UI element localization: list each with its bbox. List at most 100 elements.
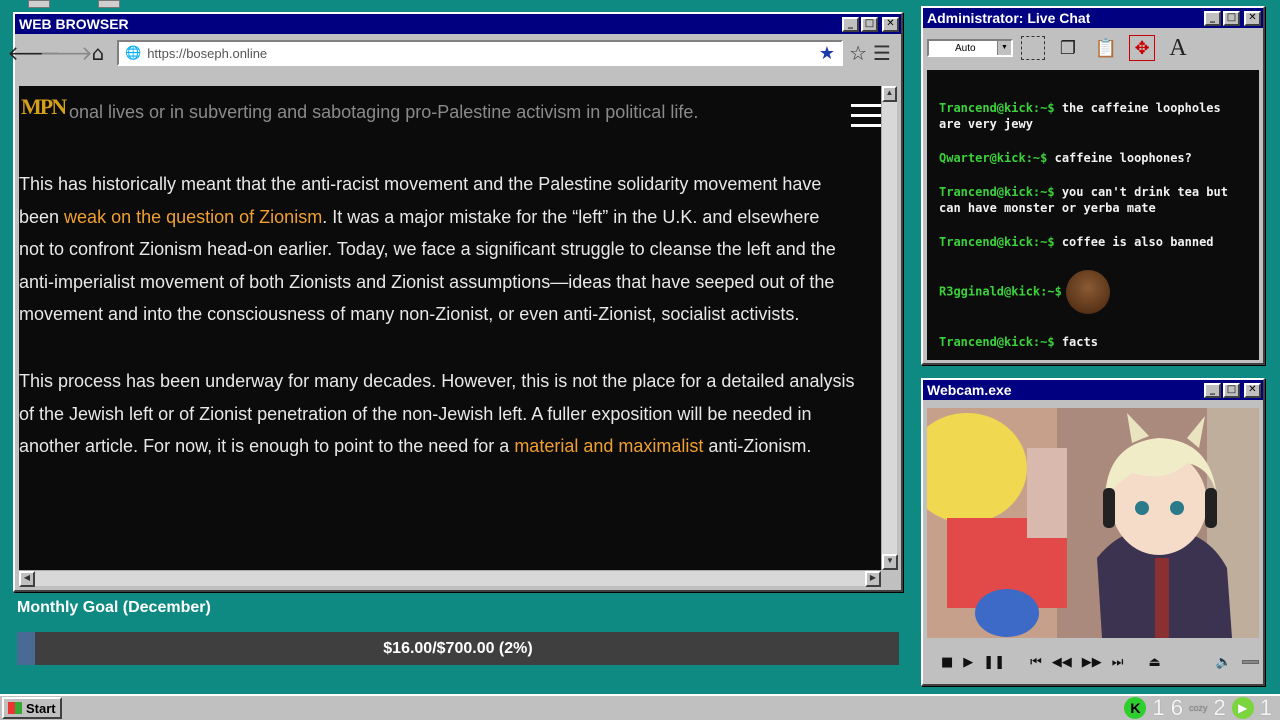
volume-icon[interactable]: 🔈 bbox=[1216, 655, 1232, 670]
auto-label: Auto bbox=[955, 42, 976, 54]
fast-forward-icon[interactable]: ▶▶ bbox=[1082, 655, 1102, 670]
desktop-icon[interactable] bbox=[28, 0, 50, 8]
text: another article. For now, it is enough t… bbox=[19, 436, 515, 456]
chat-text: caffeine loophones? bbox=[1047, 151, 1192, 165]
favorites-icon[interactable]: ☆ bbox=[849, 41, 867, 65]
avatar-illustration bbox=[927, 408, 1259, 638]
chat-user[interactable]: Trancend@kick:~$ bbox=[939, 335, 1055, 349]
paste-icon[interactable]: 📋 bbox=[1091, 33, 1121, 63]
faded-text: onal lives or in subverting and sabotagi… bbox=[69, 102, 699, 122]
chat-text: facts bbox=[1054, 335, 1098, 349]
chat-toolbar: Auto ▼ ❐ 📋 ✥ A bbox=[923, 28, 1263, 68]
chat-message: Trancend@kick:~$ you can't drink tea but… bbox=[939, 184, 1239, 216]
chat-user[interactable]: Qwarter@kick:~$ bbox=[939, 151, 1047, 165]
chat-window: Administrator: Live Chat _ □ ✕ Auto ▼ ❐ … bbox=[921, 6, 1265, 365]
text: . It was a major mistake for the “left” … bbox=[322, 206, 820, 227]
text: been bbox=[19, 206, 65, 227]
close-button[interactable]: ✕ bbox=[1244, 382, 1261, 398]
scroll-left-icon[interactable]: ◀ bbox=[19, 571, 35, 587]
chat-messages[interactable]: Trancend@kick:~$ the caffeine loopholes … bbox=[927, 70, 1259, 360]
text: anti-Zionism. bbox=[703, 436, 812, 456]
close-button[interactable]: ✕ bbox=[882, 16, 899, 32]
url-text[interactable]: https://boseph.online bbox=[147, 46, 813, 61]
taskbar: Start K 1 6 cozy 2 ▶ 1 bbox=[0, 694, 1280, 720]
goal-progress-text: $16.00/$700.00 (2%) bbox=[383, 640, 533, 657]
start-button[interactable]: Start bbox=[2, 697, 62, 719]
window-title: WEB BROWSER bbox=[19, 16, 129, 32]
webcam-window: Webcam.exe _ □ ✕ ■ ▶ ❚❚ ⏮ ◀◀ ▶▶ ⏭ ⏏ 🔈 bbox=[921, 378, 1265, 686]
horizontal-scrollbar[interactable]: ◀ ▶ bbox=[19, 570, 881, 587]
rewind-icon[interactable]: ◀◀ bbox=[1052, 655, 1072, 670]
chat-message: Trancend@kick:~$ facts bbox=[939, 334, 1239, 350]
article-link[interactable]: material and maximalist bbox=[514, 436, 703, 456]
chat-user[interactable]: Trancend@kick:~$ bbox=[939, 235, 1055, 249]
hamburger-menu-icon[interactable] bbox=[851, 104, 881, 134]
chat-message: R3gginald@kick:~$ bbox=[939, 270, 1239, 314]
chat-user[interactable]: Trancend@kick:~$ bbox=[939, 185, 1055, 199]
browser-titlebar[interactable]: WEB BROWSER _ □ ✕ bbox=[15, 14, 901, 34]
browser-toolbar: 🡐 🡒 ⌂ 🌐 https://boseph.online ★ ☆ ☰ bbox=[7, 34, 901, 72]
address-bar[interactable]: 🌐 https://boseph.online ★ bbox=[117, 40, 844, 66]
window-title: Administrator: Live Chat bbox=[927, 10, 1091, 26]
vertical-scrollbar[interactable]: ▲ ▼ bbox=[881, 86, 898, 570]
article-paragraph: This process has been underway for many … bbox=[19, 365, 881, 463]
bookmark-star-icon[interactable]: ★ bbox=[819, 43, 835, 64]
webcam-titlebar[interactable]: Webcam.exe _ □ ✕ bbox=[923, 380, 1263, 400]
start-label: Start bbox=[26, 700, 56, 716]
skip-end-icon[interactable]: ⏭ bbox=[1112, 655, 1124, 670]
close-button[interactable]: ✕ bbox=[1244, 10, 1261, 26]
skip-start-icon[interactable]: ⏮ bbox=[1030, 655, 1042, 670]
kick-icon[interactable]: K bbox=[1124, 697, 1147, 719]
tray-number: 1 bbox=[1259, 695, 1272, 720]
emote-image bbox=[1065, 270, 1110, 314]
goal-progress-bar: $16.00/$700.00 (2%) bbox=[17, 632, 899, 665]
chat-user[interactable]: Trancend@kick:~$ bbox=[939, 101, 1055, 115]
font-icon[interactable]: A bbox=[1163, 33, 1193, 63]
minimize-button[interactable]: _ bbox=[1204, 382, 1221, 398]
goal-title: Monthly Goal (December) bbox=[17, 599, 211, 616]
scroll-down-icon[interactable]: ▼ bbox=[882, 554, 898, 570]
desktop-icon[interactable] bbox=[98, 0, 120, 8]
globe-icon: 🌐 bbox=[125, 45, 142, 61]
maximize-button[interactable]: □ bbox=[1223, 382, 1240, 398]
maximize-button[interactable]: □ bbox=[1223, 10, 1240, 26]
copy-icon[interactable]: ❐ bbox=[1053, 33, 1083, 63]
dropdown-arrow-icon[interactable]: ▼ bbox=[997, 41, 1011, 55]
play-circle-icon[interactable]: ▶ bbox=[1231, 697, 1254, 719]
chat-message: Qwarter@kick:~$ caffeine loophones? bbox=[939, 150, 1239, 166]
minimize-button[interactable]: _ bbox=[842, 16, 859, 32]
text: movement and into the consciousness of m… bbox=[19, 304, 800, 324]
volume-slider[interactable] bbox=[1241, 660, 1259, 664]
maximize-button[interactable]: □ bbox=[861, 16, 878, 32]
text: This has historically meant that the ant… bbox=[19, 174, 822, 194]
text: not to confront Zionism head-on earlier.… bbox=[19, 239, 836, 259]
system-tray: K 1 6 cozy 2 ▶ 1 bbox=[1124, 695, 1272, 720]
forward-icon[interactable]: 🡒 bbox=[39, 40, 93, 66]
menu-icon[interactable]: ☰ bbox=[873, 41, 895, 65]
eject-icon[interactable]: ⏏ bbox=[1149, 655, 1161, 670]
text: of the Jewish left or of Zionist penetra… bbox=[19, 403, 812, 424]
chat-titlebar[interactable]: Administrator: Live Chat _ □ ✕ bbox=[923, 8, 1263, 28]
home-icon[interactable]: ⌂ bbox=[85, 40, 111, 66]
chat-message: Trancend@kick:~$ the caffeine loopholes … bbox=[939, 100, 1239, 132]
page-viewport[interactable]: MPN onal lives or in subverting and sabo… bbox=[19, 86, 881, 570]
chat-user[interactable]: R3gginald@kick:~$ bbox=[939, 285, 1062, 299]
stop-icon[interactable]: ■ bbox=[941, 655, 953, 670]
cozy-icon[interactable]: cozy bbox=[1189, 703, 1208, 713]
webcam-view bbox=[927, 408, 1259, 638]
text: anti-imperialist movement of both Zionis… bbox=[19, 271, 835, 292]
scroll-up-icon[interactable]: ▲ bbox=[882, 86, 897, 102]
minimize-button[interactable]: _ bbox=[1204, 10, 1221, 26]
site-header: MPN onal lives or in subverting and sabo… bbox=[19, 86, 881, 138]
article-link[interactable]: weak on the question of Zionism bbox=[64, 207, 322, 227]
auto-select[interactable]: Auto ▼ bbox=[927, 39, 1013, 57]
browser-window: WEB BROWSER _ □ ✕ 🡐 🡒 ⌂ 🌐 https://boseph… bbox=[7, 12, 903, 592]
scroll-right-icon[interactable]: ▶ bbox=[865, 571, 881, 587]
select-region-icon[interactable] bbox=[1021, 36, 1045, 60]
chat-message: Trancend@kick:~$ coffee is also banned bbox=[939, 234, 1239, 250]
media-controls: ■ ▶ ❚❚ ⏮ ◀◀ ▶▶ ⏭ ⏏ 🔈 bbox=[927, 642, 1259, 682]
tray-number: 1 6 bbox=[1152, 695, 1183, 720]
move-icon[interactable]: ✥ bbox=[1129, 35, 1155, 61]
play-icon[interactable]: ▶ bbox=[963, 655, 973, 670]
pause-icon[interactable]: ❚❚ bbox=[983, 655, 1005, 670]
